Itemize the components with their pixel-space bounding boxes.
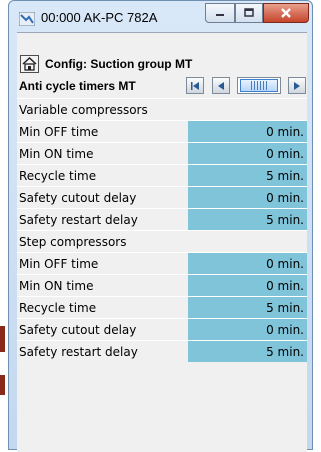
section-title: Variable compressors (19, 103, 148, 117)
row-label: Safety cutout delay (19, 323, 137, 337)
page-scrollbar[interactable] (237, 77, 281, 94)
row-label: Min OFF time (19, 257, 99, 271)
row-value-field[interactable]: 0 min. (188, 143, 307, 164)
background-window-edge (0, 375, 5, 395)
minimize-button[interactable] (205, 3, 235, 23)
table-row[interactable]: Recycle time 5 min. (17, 164, 307, 186)
next-page-button[interactable] (288, 77, 306, 94)
row-label: Safety restart delay (19, 345, 138, 359)
row-label: Safety cutout delay (19, 191, 137, 205)
config-header: Config: Suction group MT (17, 53, 307, 75)
row-label: Recycle time (19, 169, 97, 183)
section-title: Step compressors (19, 235, 127, 249)
config-title: Config: Suction group MT (45, 57, 193, 71)
maximize-button[interactable] (235, 3, 263, 23)
table-row[interactable]: Min OFF time 0 min. (17, 252, 307, 274)
row-value-field[interactable]: 0 min. (188, 253, 307, 274)
scroll-thumb[interactable] (240, 79, 278, 92)
previous-page-button[interactable] (212, 77, 230, 94)
close-button[interactable] (263, 3, 309, 23)
row-value-field[interactable]: 0 min. (188, 187, 307, 208)
table-row[interactable]: Safety cutout delay 0 min. (17, 186, 307, 208)
page-title: Anti cycle timers MT (19, 79, 136, 93)
row-label: Min OFF time (19, 125, 99, 139)
background-window-edge (0, 326, 5, 352)
row-value-field[interactable]: 5 min. (188, 165, 307, 186)
next-page-icon (292, 76, 302, 95)
row-label: Min ON time (19, 147, 94, 161)
home-icon[interactable] (20, 55, 39, 73)
previous-page-icon (216, 76, 226, 95)
content-panel: Config: Suction group MT Anti cycle time… (17, 32, 307, 452)
table-row[interactable]: Safety restart delay 5 min. (17, 208, 307, 230)
app-icon (18, 11, 36, 27)
table-row[interactable]: Min ON time 0 min. (17, 142, 307, 164)
row-label: Min ON time (19, 279, 94, 293)
table-row[interactable]: Recycle time 5 min. (17, 296, 307, 318)
minimize-icon (206, 4, 234, 22)
table-row[interactable]: Min ON time 0 min. (17, 274, 307, 296)
first-page-button[interactable] (186, 77, 204, 94)
row-value-field[interactable]: 5 min. (188, 341, 307, 362)
row-value-field[interactable]: 5 min. (188, 297, 307, 318)
section-header-variable: Variable compressors (17, 98, 307, 120)
table-row[interactable]: Safety cutout delay 0 min. (17, 318, 307, 340)
row-value-field[interactable]: 0 min. (188, 121, 307, 142)
title-bar[interactable]: 00:000 AK-PC 782A (9, 1, 312, 35)
row-value-field[interactable]: 0 min. (188, 319, 307, 340)
row-value-field[interactable]: 0 min. (188, 275, 307, 296)
section-header-step: Step compressors (17, 230, 307, 252)
table-row[interactable]: Safety restart delay 5 min. (17, 340, 307, 362)
window-title: 00:000 AK-PC 782A (41, 10, 158, 25)
table-row[interactable]: Min OFF time 0 min. (17, 120, 307, 142)
close-icon (264, 4, 308, 22)
row-label: Safety restart delay (19, 213, 138, 227)
nav-header: Anti cycle timers MT (17, 75, 307, 97)
row-label: Recycle time (19, 301, 97, 315)
first-page-icon (190, 76, 200, 95)
maximize-icon (236, 4, 262, 22)
row-value-field[interactable]: 5 min. (188, 209, 307, 230)
app-window: 00:000 AK-PC 782A Config: Suction group … (8, 0, 313, 452)
